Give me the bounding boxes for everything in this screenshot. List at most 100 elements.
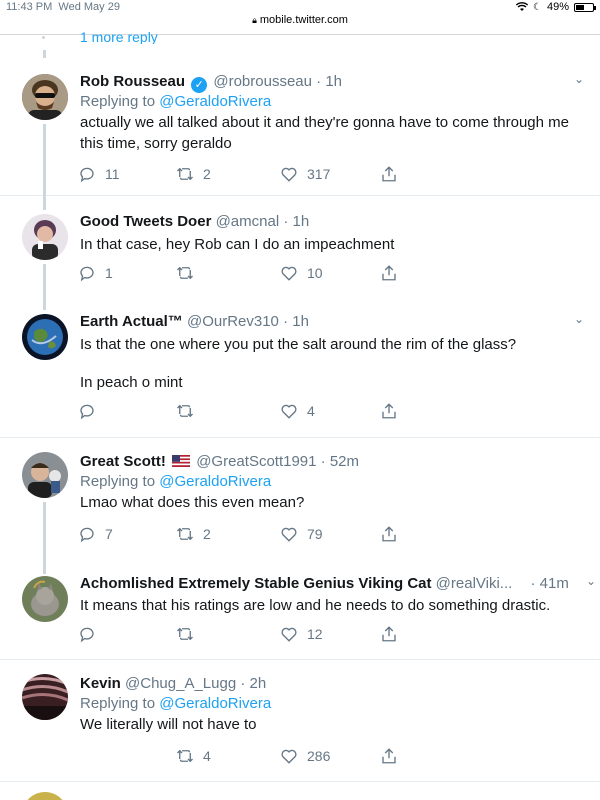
- timestamp[interactable]: 52m: [330, 453, 359, 470]
- battery-icon: [574, 2, 596, 12]
- thread-line: [43, 196, 46, 210]
- handle[interactable]: @realViki...: [436, 575, 513, 592]
- like-button[interactable]: 10: [280, 263, 323, 283]
- retweet-button[interactable]: 2: [176, 524, 211, 544]
- display-name[interactable]: Good Tweets Doer: [80, 213, 211, 230]
- replying-to: Replying to @GeraldoRivera: [80, 695, 272, 712]
- like-button[interactable]: 79: [280, 524, 323, 544]
- timestamp[interactable]: 1h: [325, 73, 342, 90]
- avatar[interactable]: [22, 576, 68, 622]
- chevron-down-icon[interactable]: ⌄: [574, 72, 584, 86]
- retweet-button[interactable]: 4: [176, 746, 211, 766]
- like-icon: [281, 627, 297, 642]
- reply-icon: [80, 527, 94, 543]
- display-name[interactable]: Earth Actual™: [80, 313, 183, 330]
- tweet-text: It means that his ratings are low and he…: [80, 597, 551, 614]
- like-count: 317: [307, 166, 331, 182]
- like-button[interactable]: 4: [280, 401, 315, 421]
- avatar[interactable]: [22, 214, 68, 260]
- lock-icon: 🔒︎: [252, 15, 257, 25]
- display-name[interactable]: Great Scott!: [80, 453, 166, 470]
- tweet[interactable]: Good Tweets Doer @amcnal · 1h In that ca…: [0, 196, 600, 304]
- retweet-icon: [177, 404, 193, 418]
- verified-icon: ✓: [191, 77, 208, 93]
- chevron-down-icon[interactable]: ⌄: [574, 312, 584, 326]
- retweet-count: 2: [203, 526, 211, 542]
- handle[interactable]: @OurRev310: [187, 313, 279, 330]
- timestamp[interactable]: 1h: [292, 313, 309, 330]
- tweet[interactable]: Great Scott! @GreatScott1991 · 52m Reply…: [0, 438, 600, 562]
- like-count: 79: [307, 526, 323, 542]
- reply-button[interactable]: 1: [78, 263, 113, 283]
- avatar[interactable]: [22, 674, 68, 720]
- mention-link[interactable]: @GeraldoRivera: [159, 695, 271, 712]
- tweet-header: Good Tweets Doer @amcnal · 1h: [80, 213, 310, 230]
- like-button[interactable]: 317: [280, 164, 330, 184]
- tweet[interactable]: Kevin @Chug_A_Lugg · 2h Replying to @Ger…: [0, 660, 600, 782]
- avatar[interactable]: [22, 314, 68, 360]
- retweet-button[interactable]: [176, 263, 203, 283]
- wifi-icon: [516, 2, 528, 11]
- reply-count: 7: [105, 526, 113, 542]
- reply-button[interactable]: 7: [78, 524, 113, 544]
- tweet-body: Good Tweets Doer @amcnal · 1h In that ca…: [80, 212, 586, 255]
- reply-button[interactable]: [78, 624, 105, 644]
- tweet-body: Earth Actual™ @OurRev310 · 1h Is that th…: [80, 312, 586, 393]
- reply-button[interactable]: 11: [78, 164, 120, 184]
- timestamp[interactable]: 2h: [250, 675, 267, 692]
- share-button[interactable]: [380, 624, 398, 644]
- thread-line: [43, 562, 46, 574]
- reply-icon: [80, 167, 94, 183]
- chevron-down-icon[interactable]: ⌄: [586, 574, 596, 588]
- more-replies-link[interactable]: 1 more reply: [80, 30, 158, 44]
- timestamp[interactable]: 41m: [540, 575, 569, 592]
- avatar[interactable]: [22, 452, 68, 498]
- avatar[interactable]: [22, 792, 68, 800]
- share-icon: [382, 403, 396, 419]
- handle[interactable]: @robrousseau: [213, 73, 312, 90]
- reply-icon: [80, 627, 94, 643]
- display-name[interactable]: Rob Rousseau: [80, 73, 185, 90]
- mention-link[interactable]: @GeraldoRivera: [159, 93, 271, 110]
- reply-button[interactable]: [78, 401, 105, 421]
- tweet-actions: 12: [78, 624, 418, 644]
- share-button[interactable]: [380, 164, 398, 184]
- timestamp[interactable]: 1h: [293, 213, 310, 230]
- tweet-actions: 1 10: [78, 263, 418, 283]
- share-button[interactable]: [380, 263, 398, 283]
- thread-line: [43, 124, 46, 197]
- tweet[interactable]: Earth Actual™ @OurRev310 · 1h Is that th…: [0, 296, 600, 438]
- avatar[interactable]: [22, 74, 68, 120]
- tweet[interactable]: Achomlished Extremely Stable Genius Viki…: [0, 562, 600, 660]
- tweet-body: Rob Rousseau ✓ @robrousseau · 1h Replyin…: [80, 72, 586, 154]
- battery-percent: 49%: [546, 1, 569, 13]
- display-name[interactable]: Kevin: [80, 675, 121, 692]
- tweet-actions: 11 2 317: [78, 164, 418, 184]
- like-count: 10: [307, 265, 323, 281]
- display-name[interactable]: Achomlished Extremely Stable Genius Viki…: [80, 575, 432, 592]
- handle[interactable]: @amcnal: [216, 213, 280, 230]
- thread-line: [43, 296, 46, 310]
- share-icon: [382, 626, 396, 642]
- like-count: 4: [307, 403, 315, 419]
- handle[interactable]: @GreatScott1991: [196, 453, 316, 470]
- share-button[interactable]: [380, 746, 398, 766]
- status-right: ☾ 49%: [516, 1, 596, 13]
- tweet-body: Kevin @Chug_A_Lugg · 2h Replying to @Ger…: [80, 674, 586, 735]
- tweet-actions: 4 286: [78, 746, 418, 766]
- like-icon: [281, 527, 297, 542]
- retweet-button[interactable]: 2: [176, 164, 211, 184]
- tweet-body: Achomlished Extremely Stable Genius Viki…: [80, 574, 596, 616]
- share-button[interactable]: [380, 401, 398, 421]
- retweet-icon: [177, 527, 193, 541]
- like-icon: [281, 266, 297, 281]
- handle[interactable]: @Chug_A_Lugg: [125, 675, 236, 692]
- like-button[interactable]: 12: [280, 624, 323, 644]
- like-button[interactable]: 286: [280, 746, 330, 766]
- retweet-button[interactable]: [176, 401, 203, 421]
- mention-link[interactable]: @GeraldoRivera: [159, 473, 271, 490]
- tweet[interactable]: Rob Rousseau ✓ @robrousseau · 1h Replyin…: [0, 58, 600, 197]
- reply-count: 1: [105, 265, 113, 281]
- retweet-button[interactable]: [176, 624, 203, 644]
- share-button[interactable]: [380, 524, 398, 544]
